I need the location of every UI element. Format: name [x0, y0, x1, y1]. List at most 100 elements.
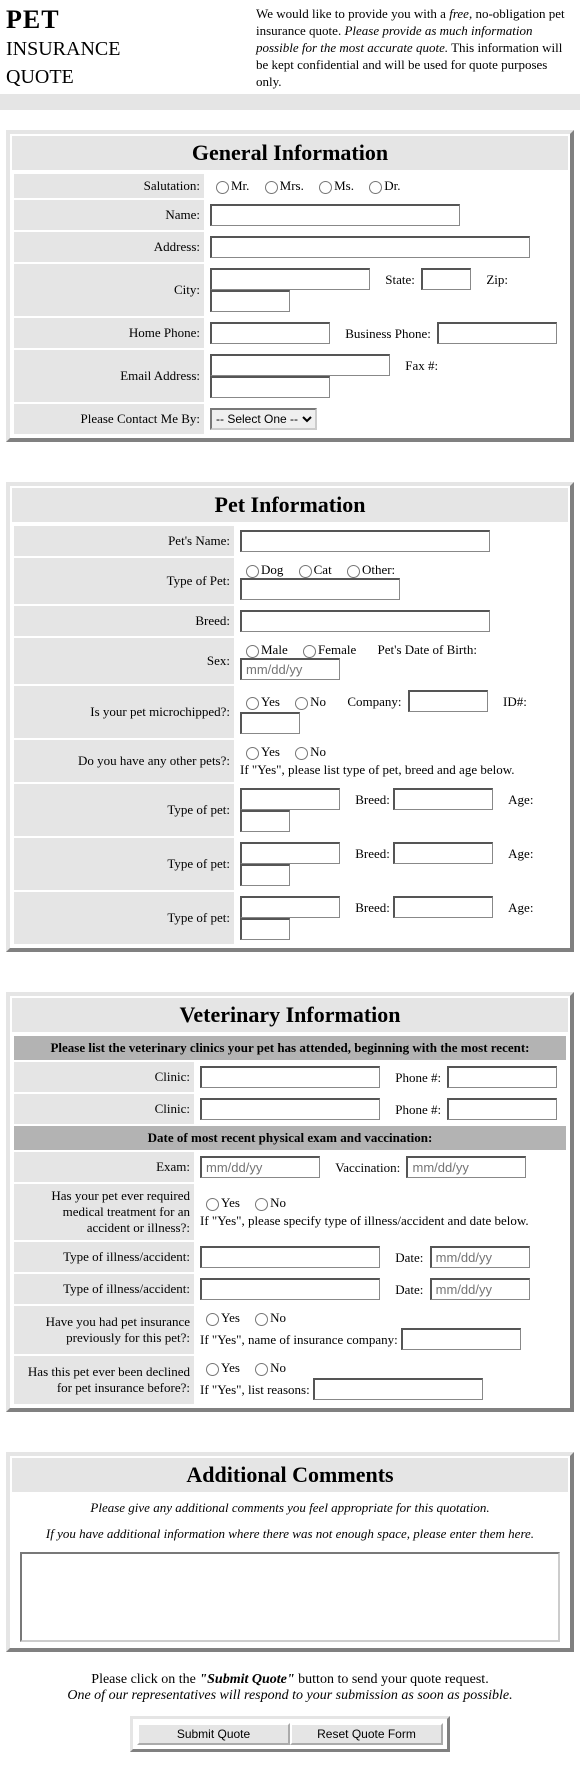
salutation-mr-radio[interactable]: [216, 181, 229, 194]
vet-info-panel: Veterinary Information Please list the v…: [6, 992, 574, 1412]
pet-type-other-input[interactable]: [240, 578, 400, 600]
address-input[interactable]: [210, 236, 530, 258]
microchip-yes-radio[interactable]: [246, 697, 259, 710]
illness-1-date-input[interactable]: [430, 1246, 530, 1268]
salutation-label: Salutation:: [14, 174, 204, 198]
illness-2-date-input[interactable]: [430, 1278, 530, 1300]
state-label: State:: [385, 272, 415, 287]
vet-info-title: Veterinary Information: [12, 998, 568, 1032]
clinic-1-phone-input[interactable]: [447, 1066, 557, 1088]
name-input[interactable]: [210, 204, 460, 226]
clinic-2-input[interactable]: [200, 1098, 380, 1120]
dob-label: Pet's Date of Birth:: [377, 642, 476, 657]
exam-input[interactable]: [200, 1156, 320, 1178]
business-phone-input[interactable]: [437, 322, 557, 344]
other-pets-label: Do you have any other pets?:: [14, 740, 234, 782]
declined-reasons-input[interactable]: [313, 1378, 483, 1400]
city-input[interactable]: [210, 268, 370, 290]
clinic-2-phone-input[interactable]: [447, 1098, 557, 1120]
type-of-pet-1-label: Type of pet:: [14, 784, 234, 836]
breed-1-input[interactable]: [393, 788, 493, 810]
breed-2-input[interactable]: [393, 842, 493, 864]
medical-no-radio[interactable]: [255, 1198, 268, 1211]
prev-ins-company-input[interactable]: [401, 1328, 521, 1350]
prev-ins-no-radio[interactable]: [255, 1313, 268, 1326]
pet-name-input[interactable]: [240, 530, 490, 552]
company-input[interactable]: [408, 690, 488, 712]
declined-yes-radio[interactable]: [206, 1363, 219, 1376]
exam-label: Exam:: [14, 1152, 194, 1182]
microchip-no-radio[interactable]: [295, 697, 308, 710]
dob-input[interactable]: [240, 658, 340, 680]
business-phone-label: Business Phone:: [345, 326, 431, 341]
clinics-subhead: Please list the veterinary clinics your …: [14, 1036, 566, 1060]
pet-type-dog-radio[interactable]: [246, 565, 259, 578]
salutation-mrs-radio[interactable]: [265, 181, 278, 194]
zip-input[interactable]: [210, 290, 290, 312]
state-input[interactable]: [421, 268, 471, 290]
age-2-input[interactable]: [240, 864, 290, 886]
declined-label: Has this pet ever been declined for pet …: [14, 1356, 194, 1404]
other-pets-yes-radio[interactable]: [246, 747, 259, 760]
type-of-pet-1-input[interactable]: [240, 788, 340, 810]
type-of-pet-2-input[interactable]: [240, 842, 340, 864]
intro-text: We would like to provide you with a free…: [256, 6, 574, 90]
type-of-pet-3-input[interactable]: [240, 896, 340, 918]
pet-info-panel: Pet Information Pet's Name: Type of Pet:…: [6, 482, 574, 952]
submit-button[interactable]: Submit Quote: [137, 1723, 290, 1745]
page-header: PET INSURANCE QUOTE We would like to pro…: [0, 0, 580, 94]
reset-button[interactable]: Reset Quote Form: [290, 1723, 443, 1745]
fax-label: Fax #:: [405, 358, 438, 373]
zip-label: Zip:: [486, 272, 508, 287]
separator: [0, 94, 580, 110]
footer-text: Please click on the "Submit Quote" butto…: [10, 1672, 570, 1704]
salutation-dr-radio[interactable]: [369, 181, 382, 194]
breed-input[interactable]: [240, 610, 490, 632]
medical-yes-radio[interactable]: [206, 1198, 219, 1211]
general-info-title: General Information: [12, 136, 568, 170]
microchip-label: Is your pet microchipped?:: [14, 686, 234, 738]
prev-ins-yes-radio[interactable]: [206, 1313, 219, 1326]
general-info-panel: General Information Salutation: Mr. Mrs.…: [6, 130, 574, 442]
illness-2-input[interactable]: [200, 1278, 380, 1300]
id-input[interactable]: [240, 712, 300, 734]
breed-3-input[interactable]: [393, 896, 493, 918]
sex-label: Sex:: [14, 638, 234, 684]
other-pets-note: If "Yes", please list type of pet, breed…: [240, 762, 562, 778]
salutation-ms-radio[interactable]: [319, 181, 332, 194]
sex-female-radio[interactable]: [303, 645, 316, 658]
medical-note: If "Yes", please specify type of illness…: [200, 1213, 562, 1229]
clinic-2-label: Clinic:: [14, 1094, 194, 1124]
email-input[interactable]: [210, 354, 390, 376]
comments-textarea[interactable]: [20, 1552, 560, 1642]
vaccination-input[interactable]: [406, 1156, 526, 1178]
comments-title: Additional Comments: [12, 1458, 568, 1492]
type-of-pet-3-label: Type of pet:: [14, 892, 234, 944]
breed-label: Breed:: [14, 606, 234, 636]
button-row: Submit Quote Reset Quote Form: [130, 1716, 450, 1752]
name-label: Name:: [14, 200, 204, 230]
age-3-input[interactable]: [240, 918, 290, 940]
fax-input[interactable]: [210, 376, 330, 398]
sex-male-radio[interactable]: [246, 645, 259, 658]
page-title: PET INSURANCE QUOTE: [6, 6, 256, 88]
address-label: Address:: [14, 232, 204, 262]
pet-type-label: Type of Pet:: [14, 558, 234, 604]
vaccination-label: Vaccination:: [335, 1160, 400, 1175]
prev-insurance-label: Have you had pet insurance previously fo…: [14, 1306, 194, 1354]
pet-type-cat-radio[interactable]: [299, 565, 312, 578]
declined-no-radio[interactable]: [255, 1363, 268, 1376]
age-1-input[interactable]: [240, 810, 290, 832]
id-label: ID#:: [503, 694, 527, 709]
clinic-1-input[interactable]: [200, 1066, 380, 1088]
comments-note-2: If you have additional information where…: [14, 1522, 566, 1546]
illness-1-input[interactable]: [200, 1246, 380, 1268]
company-label: Company:: [347, 694, 401, 709]
pet-type-other-radio[interactable]: [347, 565, 360, 578]
other-pets-no-radio[interactable]: [295, 747, 308, 760]
home-phone-input[interactable]: [210, 322, 330, 344]
contact-by-select[interactable]: -- Select One --: [210, 408, 317, 430]
email-label: Email Address:: [14, 350, 204, 402]
illness-1-label: Type of illness/accident:: [14, 1242, 194, 1272]
city-label: City:: [14, 264, 204, 316]
